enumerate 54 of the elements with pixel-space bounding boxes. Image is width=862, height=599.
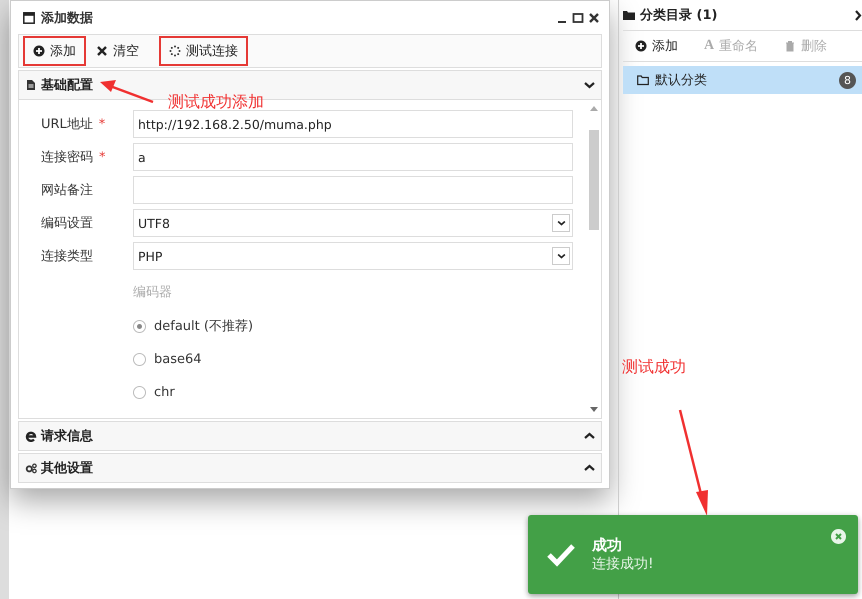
font-icon: A	[704, 38, 714, 54]
chevron-up-icon[interactable]	[584, 464, 595, 472]
field-label: 编码设置	[41, 216, 93, 231]
field-label: URL地址	[41, 117, 93, 132]
annotation-arrow	[98, 78, 154, 104]
clear-button[interactable]: 清空	[86, 36, 149, 66]
section-header[interactable]: 其他设置	[19, 454, 601, 482]
radio-button[interactable]	[133, 352, 146, 366]
encoder-label: 编码器	[132, 284, 173, 301]
radio-button[interactable]	[133, 320, 146, 332]
panel-title: 分类目录 (1)	[640, 7, 718, 24]
plus-circle-icon	[33, 45, 45, 57]
field-label: 网站备注	[41, 183, 93, 198]
input-field[interactable]	[133, 176, 573, 204]
required-mark: *	[98, 117, 106, 132]
toast-title: 成功	[592, 536, 623, 555]
scroll-down-icon[interactable]	[590, 406, 598, 412]
plus-circle-icon	[635, 40, 647, 52]
add-button[interactable]: 添加	[23, 36, 86, 66]
select-field[interactable]: UTF8	[133, 209, 573, 237]
radio-label: chr	[154, 384, 175, 400]
browser-e-icon	[25, 430, 37, 442]
chevron-right-icon[interactable]	[854, 10, 862, 20]
folder-icon	[623, 9, 635, 21]
radio-button[interactable]	[133, 386, 146, 398]
category-item[interactable]: 默认分类 8	[623, 66, 862, 94]
chevron-up-icon[interactable]	[584, 432, 595, 440]
input-field[interactable]: a	[133, 143, 573, 171]
maximize-icon[interactable]	[572, 12, 584, 24]
annotation-text: 测试成功	[622, 357, 686, 378]
required-mark: *	[99, 150, 106, 165]
radio-label: base64	[154, 352, 202, 366]
chevron-down-icon[interactable]	[584, 81, 595, 89]
field-label: 连接密码	[41, 150, 93, 165]
trash-icon	[784, 40, 796, 52]
folder-icon	[637, 74, 649, 86]
input-field[interactable]: http://192.168.2.50/muma.php	[133, 110, 573, 138]
field-label: 连接类型	[41, 249, 93, 264]
section-header[interactable]: 请求信息	[19, 422, 601, 450]
document-icon	[25, 79, 37, 91]
add-button[interactable]: 添加	[623, 32, 690, 60]
radio-label: default (不推荐)	[154, 318, 254, 335]
test-button[interactable]: 测试连接	[159, 36, 248, 66]
spinner-icon	[169, 45, 181, 57]
gears-icon	[25, 462, 37, 474]
window-title: 添加数据	[41, 10, 93, 26]
toast-message: 连接成功!	[592, 555, 654, 573]
scroll-thumb[interactable]	[589, 130, 599, 230]
select-field[interactable]: PHP	[133, 242, 573, 270]
count-badge: 8	[839, 72, 856, 88]
close-icon	[96, 45, 108, 57]
window-icon	[23, 12, 35, 24]
close-icon[interactable]	[588, 12, 600, 24]
checkmark-icon	[546, 542, 576, 566]
